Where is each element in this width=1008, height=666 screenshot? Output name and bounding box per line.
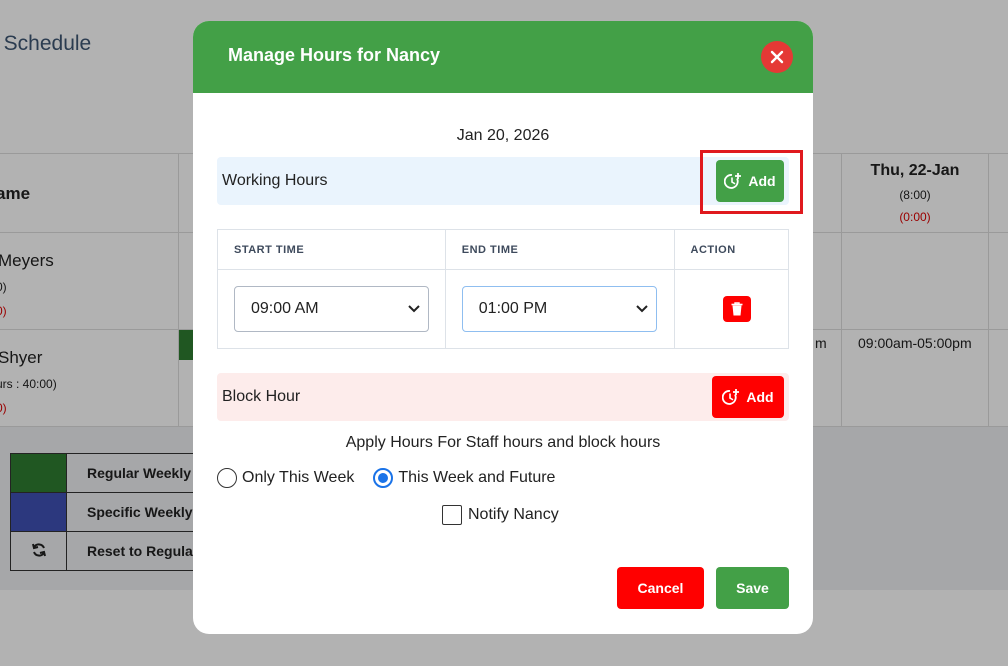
- close-icon: [770, 50, 784, 64]
- end-time-header: END TIME: [444, 229, 675, 270]
- this-week-and-future-label[interactable]: This Week and Future: [398, 469, 555, 487]
- start-time-header: START TIME: [217, 229, 446, 270]
- table-header-row: START TIME END TIME ACTION: [217, 229, 790, 270]
- start-time-select[interactable]: 09:00 AM: [234, 286, 429, 332]
- apply-scope-radio-group: Only This Week This Week and Future: [217, 468, 574, 488]
- start-time-cell: 09:00 AM: [217, 269, 446, 349]
- trash-icon: [731, 302, 743, 316]
- notify-option: Notify Nancy: [442, 505, 559, 525]
- modal-title: Manage Hours for Nancy: [228, 45, 441, 65]
- add-label: Add: [746, 389, 774, 405]
- only-this-week-radio[interactable]: [217, 468, 237, 488]
- save-button[interactable]: Save: [716, 567, 789, 609]
- chevron-down-icon: [408, 305, 420, 313]
- action-header: ACTION: [673, 229, 790, 270]
- highlight-annotation: [700, 150, 803, 214]
- add-block-hour-button[interactable]: Add: [712, 376, 784, 418]
- block-hour-bar: Block Hour: [217, 373, 789, 421]
- chevron-down-icon: [636, 305, 648, 313]
- this-week-and-future-radio[interactable]: [373, 468, 394, 488]
- only-this-week-label[interactable]: Only This Week: [242, 469, 354, 487]
- end-time-value: 01:00 PM: [478, 300, 548, 317]
- modal-header: Manage Hours for Nancy: [193, 21, 813, 93]
- start-time-value: 09:00 AM: [251, 300, 319, 317]
- selected-date: Jan 20, 2026: [456, 127, 550, 144]
- apply-hours-text: Apply Hours For Staff hours and block ho…: [345, 434, 661, 451]
- action-cell: [673, 269, 790, 349]
- working-hours-label: Working Hours: [222, 172, 328, 189]
- notify-checkbox[interactable]: [442, 505, 462, 525]
- add-time-icon: [722, 389, 740, 405]
- block-hour-label: Block Hour: [222, 388, 301, 405]
- manage-hours-modal: Manage Hours for Nancy Jan 20, 2026 Work…: [193, 21, 813, 634]
- working-hours-table: START TIME END TIME ACTION 09:00 AM 01:0…: [217, 229, 790, 349]
- end-time-select[interactable]: 01:00 PM: [461, 286, 657, 332]
- end-time-cell: 01:00 PM: [444, 269, 675, 349]
- cancel-button[interactable]: Cancel: [617, 567, 704, 609]
- delete-row-button[interactable]: [722, 296, 751, 322]
- notify-label[interactable]: Notify Nancy: [468, 506, 559, 524]
- close-button[interactable]: [761, 41, 793, 73]
- table-row: 09:00 AM 01:00 PM: [217, 269, 790, 349]
